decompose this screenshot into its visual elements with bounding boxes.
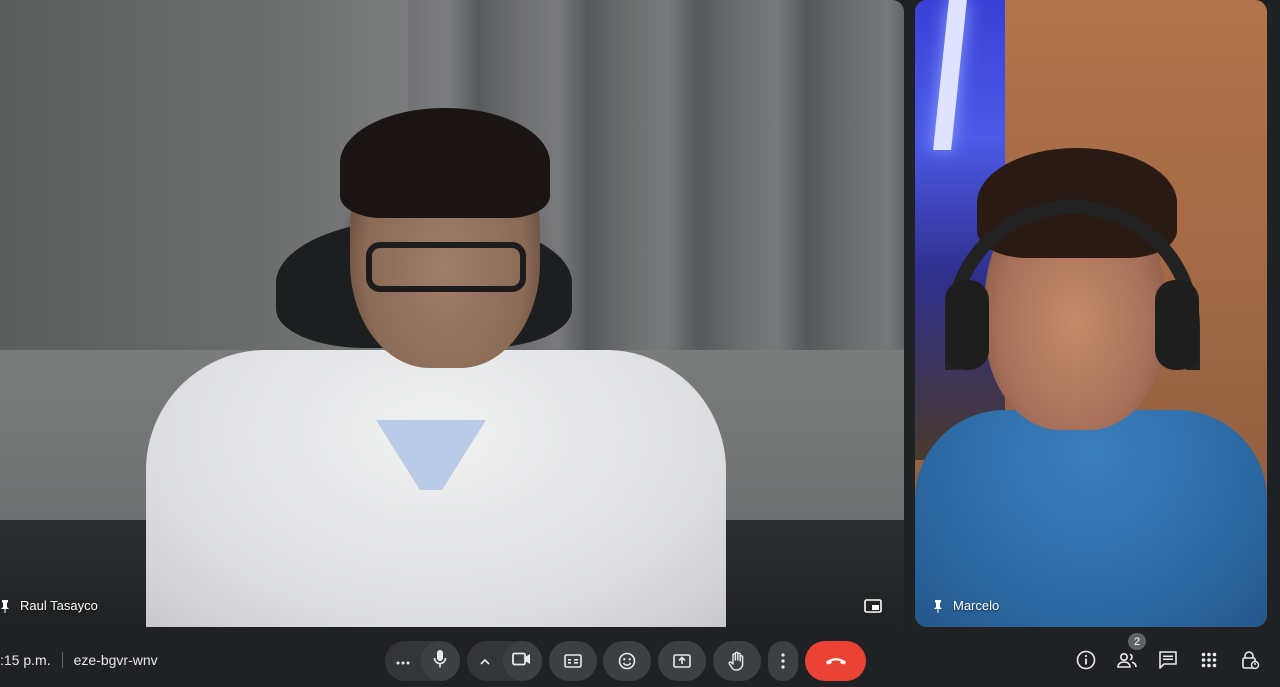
camera-button[interactable] <box>502 641 542 681</box>
more-options-button[interactable] <box>385 641 421 681</box>
activities-button[interactable] <box>1198 651 1220 673</box>
emoji-icon <box>618 652 636 670</box>
people-icon <box>1116 652 1138 673</box>
meeting-details-button[interactable] <box>1075 650 1097 675</box>
mic-control-group <box>385 641 460 681</box>
people-count-badge: 2 <box>1128 633 1146 650</box>
more-horizontal-icon <box>396 652 410 670</box>
participant-name: Raul Tasayco <box>20 598 98 613</box>
camera-options-button[interactable] <box>467 641 503 681</box>
call-end-icon <box>825 656 847 666</box>
more-menu-button[interactable] <box>768 641 798 681</box>
chat-button[interactable] <box>1157 650 1179 675</box>
video-person-headset-cup <box>1155 280 1199 370</box>
participant-tile-raul[interactable]: Raul Tasayco <box>0 0 904 627</box>
meeting-code: eze-bgvr-wnv <box>73 652 158 668</box>
video-person-glasses <box>366 242 526 292</box>
captions-button[interactable] <box>549 641 597 681</box>
participant-name-tag: Marcelo <box>931 598 999 613</box>
videocam-icon <box>512 652 532 671</box>
microphone-icon <box>433 649 447 674</box>
present-screen-icon <box>673 654 691 668</box>
participant-name-tag: Raul Tasayco <box>0 598 98 613</box>
camera-control-group <box>467 641 542 681</box>
meeting-info: :15 p.m. eze-bgvr-wnv <box>0 652 158 668</box>
closed-captions-icon <box>564 654 582 668</box>
reactions-button[interactable] <box>603 641 651 681</box>
end-call-button[interactable] <box>805 641 866 681</box>
lock-person-icon <box>1240 650 1260 675</box>
video-person-headset-cup <box>945 280 989 370</box>
chevron-up-icon <box>480 652 490 670</box>
pin-icon <box>0 599 12 613</box>
meeting-time: :15 p.m. <box>0 652 51 668</box>
hand-icon <box>728 651 746 671</box>
divider <box>61 652 63 668</box>
present-button[interactable] <box>658 641 706 681</box>
people-button[interactable] <box>1116 651 1138 673</box>
raise-hand-button[interactable] <box>713 641 761 681</box>
info-icon <box>1076 650 1096 675</box>
participant-tile-marcelo[interactable]: Marcelo <box>915 0 1267 627</box>
bottom-control-bar: :15 p.m. eze-bgvr-wnv <box>0 627 1280 687</box>
microphone-button[interactable] <box>420 641 460 681</box>
video-person-hair <box>340 108 550 218</box>
video-person-body <box>915 410 1267 627</box>
picture-in-picture-icon[interactable] <box>864 599 882 613</box>
host-controls-button[interactable] <box>1239 650 1261 675</box>
more-vertical-icon <box>781 653 785 669</box>
apps-grid-icon <box>1201 652 1217 673</box>
pin-icon <box>931 599 945 613</box>
chat-icon <box>1158 650 1178 675</box>
participant-name: Marcelo <box>953 598 1000 613</box>
